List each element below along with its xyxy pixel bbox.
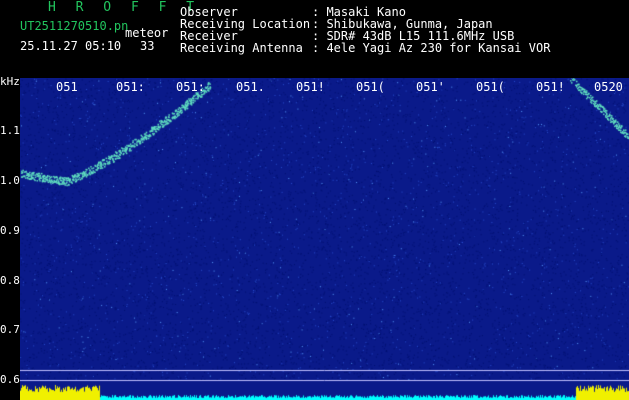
x-tick: 051' (416, 80, 445, 94)
x-tick: 051! (296, 80, 325, 94)
antenna-label: Receiving Antenna (180, 41, 303, 55)
program-title: H R O F F T (48, 0, 201, 15)
x-tick: 051: (176, 80, 205, 94)
y-tick: 0.7 (0, 323, 20, 336)
y-tick: 1.0 (0, 174, 20, 187)
y-tick: 1.1 (0, 124, 20, 137)
x-tick: 051( (476, 80, 505, 94)
y-tick: 0.6 (0, 373, 20, 386)
antenna-value: : 4ele Yagi Az 230 for Kansai VOR (312, 41, 551, 55)
x-tick: 051 (56, 80, 78, 94)
datetime: 25.11.27 05:10 (20, 39, 122, 53)
y-tick: 0.8 (0, 274, 20, 287)
y-unit-label: kHz (0, 75, 20, 88)
x-tick: 051( (356, 80, 385, 94)
mode-label: meteor (125, 26, 169, 40)
x-tick: 051: (116, 80, 145, 94)
spectrogram-area (20, 78, 629, 400)
header-panel: H R O F F T UT2511270510.pn meteor 25.11… (0, 0, 629, 76)
spectrogram-canvas (20, 78, 629, 400)
x-tick: 051! (536, 80, 565, 94)
x-tick: 0520 (594, 80, 623, 94)
x-tick: 051. (236, 80, 265, 94)
y-tick: 0.9 (0, 224, 20, 237)
count: 33 (140, 39, 155, 53)
file-name: UT2511270510.pn (20, 19, 129, 33)
